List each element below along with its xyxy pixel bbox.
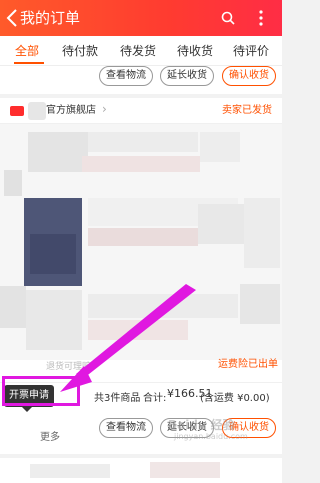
chevron-right-icon: › (102, 102, 107, 116)
tab-pending-shipment[interactable]: 待发货 (120, 44, 156, 58)
tab-pending-receipt[interactable]: 待收货 (177, 44, 213, 58)
mosaic-block (244, 198, 280, 268)
previous-order-card: 查看物流 延长收货 确认收货 (0, 66, 282, 94)
tab-pending-review[interactable]: 待评价 (233, 44, 269, 58)
mosaic-block (28, 132, 88, 172)
more-actions-link[interactable]: 更多 (40, 428, 60, 443)
tab-all[interactable]: 全部 (15, 44, 39, 58)
highlight-box (2, 376, 80, 406)
tmall-badge-icon (10, 106, 24, 116)
mosaic-block (240, 284, 280, 324)
page: { "header": { "title": "我的订单", "back_ico… (0, 0, 282, 483)
mosaic-block (4, 170, 22, 196)
insurance-row: 退货可理赔 运费险已出单 (0, 356, 282, 376)
order-card: 官方旗舰店 › 卖家已发货 退货可理赔 运费险已出单 共3件商品 合计: ¥16… (0, 98, 282, 416)
order-tabs: 全部 待付款 待发货 待收货 待评价 (0, 36, 282, 66)
extend-receipt-button[interactable]: 延长收货 (160, 66, 214, 86)
order-status: 卖家已发货 (222, 105, 272, 116)
more-button[interactable] (256, 8, 266, 28)
mosaic-block (88, 320, 188, 340)
view-logistics-button[interactable]: 查看物流 (99, 418, 153, 438)
product-items-pixelated[interactable] (0, 124, 282, 360)
mosaic-block (0, 286, 26, 328)
shop-name: 官方旗舰店 (46, 105, 96, 116)
shop-avatar (28, 102, 46, 120)
item-count: 共3件商品 (94, 393, 141, 404)
page-title: 我的订单 (20, 9, 81, 27)
chevron-left-icon (6, 9, 17, 27)
app-header: 我的订单 (0, 0, 282, 36)
insurance-status: 运费险已出单 (218, 359, 278, 370)
search-icon (221, 11, 235, 25)
mosaic-block (30, 464, 110, 478)
shipping-fee: (含运费 ¥0.00) (200, 393, 270, 404)
mosaic-block (82, 156, 200, 172)
search-button[interactable] (221, 10, 235, 25)
mosaic-block (26, 290, 82, 350)
mosaic-block (88, 228, 198, 246)
order-actions: 更多 查看物流 延长收货 确认收货 (0, 416, 282, 454)
back-button[interactable] (6, 8, 20, 28)
mosaic-block (198, 204, 244, 244)
view-logistics-button[interactable]: 查看物流 (99, 66, 153, 86)
mosaic-block (150, 462, 220, 478)
mosaic-block (88, 294, 238, 318)
shop-row[interactable]: 官方旗舰店 › 卖家已发货 (0, 98, 282, 124)
confirm-receipt-button[interactable]: 确认收货 (222, 66, 276, 86)
extend-receipt-button[interactable]: 延长收货 (160, 418, 214, 438)
mosaic-block (88, 132, 198, 152)
total-label: 合计: (143, 393, 167, 404)
confirm-receipt-button[interactable]: 确认收货 (222, 418, 276, 438)
active-tab-indicator (14, 62, 44, 64)
insurance-note: 退货可理赔 (46, 362, 92, 372)
tab-pending-payment[interactable]: 待付款 (62, 44, 98, 58)
next-order-card (0, 458, 282, 483)
mosaic-block (30, 234, 76, 274)
more-vertical-icon (259, 10, 263, 26)
mosaic-block (200, 132, 240, 162)
